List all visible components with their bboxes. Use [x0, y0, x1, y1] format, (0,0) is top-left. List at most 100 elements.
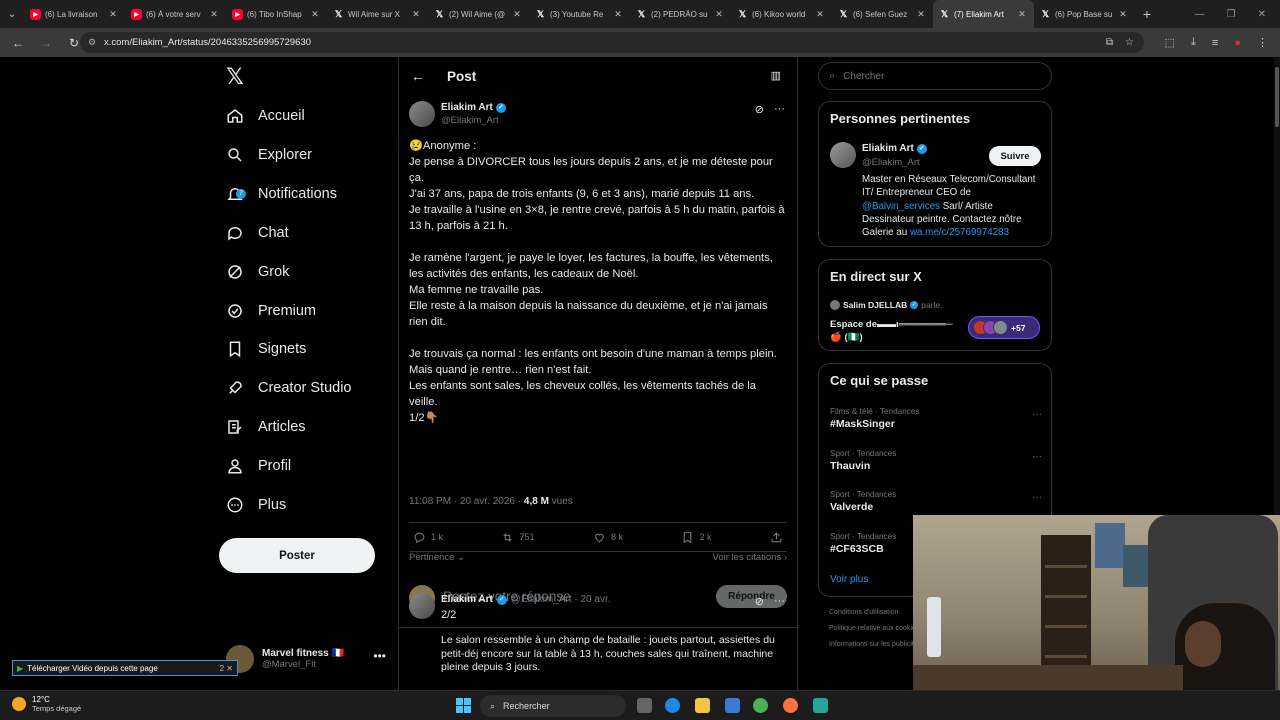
tab-close-icon[interactable]: ✕ — [612, 9, 624, 20]
back-icon[interactable]: ← — [6, 36, 30, 50]
tab-close-icon[interactable]: ✕ — [915, 9, 927, 20]
tab-close-icon[interactable]: ✕ — [1117, 9, 1129, 20]
browser-tab[interactable]: ▶ (6) Tibo InShap ✕ — [226, 0, 327, 28]
browser-tab[interactable]: 𝕏 (3) Youtube Re ✕ — [529, 0, 630, 28]
file-explorer-icon[interactable] — [695, 698, 710, 713]
back-arrow-icon[interactable]: ← — [411, 68, 425, 84]
nav-item-premium[interactable]: Premium — [226, 295, 316, 327]
avatar[interactable] — [830, 142, 856, 168]
see-more-link[interactable]: Voir plus — [830, 574, 868, 585]
x-logo-icon[interactable]: 𝕏 — [226, 65, 244, 90]
more-dots-icon[interactable]: ··· — [1032, 492, 1042, 503]
repost-button[interactable]: 751 — [501, 531, 535, 544]
more-dots-icon[interactable]: ··· — [1032, 409, 1042, 420]
install-app-icon[interactable]: ⧉ — [1106, 37, 1113, 48]
grok-icon[interactable]: ⊘ — [755, 595, 764, 608]
weather-widget[interactable]: 12°C Temps dégagé — [12, 695, 81, 713]
task-view-icon[interactable] — [637, 698, 652, 713]
browser-tab[interactable]: 𝕏 (2) PEDRÃO su ✕ — [630, 0, 731, 28]
browser-tab[interactable]: 𝕏 (2) Wil Aime (@ ✕ — [428, 0, 529, 28]
author-handle[interactable]: @Eliakim_Art — [441, 115, 499, 126]
nav-item-accueil[interactable]: Accueil — [226, 100, 305, 132]
app-icon[interactable] — [813, 698, 828, 713]
browser-tab[interactable]: 𝕏 (6) Pop Base su ✕ — [1034, 0, 1135, 28]
footer-link[interactable]: Conditions d'utilisation — [829, 609, 898, 616]
nav-item-creator-studio[interactable]: Creator Studio — [226, 372, 352, 404]
bookmark-button[interactable]: 2 k — [681, 531, 711, 544]
space-listeners-pill[interactable]: +57 — [968, 316, 1040, 339]
tab-close-icon[interactable]: ✕ — [107, 9, 119, 20]
bio-mention-link[interactable]: @Balvin_services — [862, 201, 940, 212]
sort-dropdown[interactable]: Pertinence ⌄ — [409, 552, 465, 563]
edge-icon[interactable] — [665, 698, 680, 713]
tab-close-icon[interactable]: ✕ — [410, 9, 422, 20]
menu-dots-icon[interactable]: ⋮ — [1257, 36, 1268, 49]
tab-close-icon[interactable]: ✕ — [1016, 9, 1028, 20]
footer-link[interactable]: Informations sur les publicités — [829, 641, 921, 648]
browser-tab[interactable]: 𝕏 (6) Kikoo world ✕ — [731, 0, 832, 28]
nav-item-chat[interactable]: Chat — [226, 217, 289, 249]
video-download-bar[interactable]: ▶ Télécharger Vidéo depuis cette page 2 … — [12, 660, 238, 676]
footer-link[interactable]: Politique relative aux cookies — [829, 625, 919, 632]
space-title[interactable]: Espace de▬▬ι═══════─ 🍎 (🇳🇬) — [830, 318, 960, 344]
taskbar-search[interactable]: ⌕ Rechercher — [480, 695, 626, 717]
tab-close-icon[interactable]: ✕ — [511, 9, 523, 20]
browser-tab[interactable]: ▶ (6) La livraison ✕ — [24, 0, 125, 28]
nav-item-notifications[interactable]: 7 Notifications — [226, 178, 337, 210]
chrome-icon[interactable] — [753, 698, 768, 713]
firefox-icon[interactable] — [783, 698, 798, 713]
grok-icon[interactable]: ⊘ — [755, 103, 764, 116]
nav-item-profil[interactable]: Profil — [226, 450, 291, 482]
tweet-author[interactable]: Eliakim Art ✓ — [441, 102, 506, 113]
author-name[interactable]: Eliakim Art — [441, 594, 493, 605]
avatar[interactable] — [409, 593, 435, 619]
media-control-icon[interactable]: ≡ — [1212, 37, 1218, 49]
minimize-icon[interactable]: — — [1195, 9, 1205, 20]
download-bar-close[interactable]: 2 ✕ — [220, 664, 237, 673]
reader-mode-icon[interactable]: ▥ — [771, 69, 781, 82]
browser-tab[interactable]: ▶ (6) À votre serv ✕ — [125, 0, 226, 28]
nav-item-signets[interactable]: Signets — [226, 333, 306, 365]
tab-list-chevron-icon[interactable]: ⌄ — [0, 0, 24, 28]
trend-item[interactable]: Sport · Tendances Thauvin ··· — [830, 449, 1042, 472]
tweet-time[interactable]: 11:08 PM · 20 avr. 2026 · — [409, 496, 524, 507]
avatar[interactable] — [409, 101, 435, 127]
tab-close-icon[interactable]: ✕ — [208, 9, 220, 20]
site-info-icon[interactable]: ⚙ — [88, 37, 100, 48]
bio-url-link[interactable]: wa.me/c/25769974283 — [910, 227, 1009, 238]
download-icon[interactable]: ⤓ — [1191, 36, 1196, 49]
post-button[interactable]: Poster — [219, 538, 375, 573]
account-switcher[interactable]: Marvel fitness 🇫🇷 @Marvel_Fit ••• — [226, 641, 396, 677]
author-handle[interactable]: @Eliakim_Art · 20 avr. — [511, 594, 611, 605]
browser-tab[interactable]: 𝕏 (7) Eliakim Art ✕ — [933, 0, 1034, 28]
share-button[interactable] — [770, 531, 783, 544]
address-bar[interactable]: ⚙ x.com/Eliakim_Art/status/2046335256995… — [80, 32, 1144, 53]
nav-item-grok[interactable]: Grok — [226, 256, 289, 288]
browser-tab[interactable]: 𝕏 (6) Sefen Guez ✕ — [832, 0, 933, 28]
user-name[interactable]: Eliakim Art ✓ — [862, 143, 927, 154]
more-dots-icon[interactable]: ··· — [774, 595, 785, 608]
more-dots-icon[interactable]: ··· — [774, 103, 785, 116]
reply-button[interactable]: 1 k — [413, 531, 443, 544]
bookmark-star-icon[interactable]: ☆ — [1125, 37, 1134, 48]
more-dots-icon[interactable]: ••• — [373, 649, 386, 663]
nav-item-explorer[interactable]: Explorer — [226, 139, 312, 171]
tab-close-icon[interactable]: ✕ — [309, 9, 321, 20]
start-button-icon[interactable] — [456, 698, 471, 713]
follow-button[interactable]: Suivre — [989, 146, 1041, 166]
trend-item[interactable]: Films & télé · Tendances #MaskSinger ··· — [830, 407, 1042, 430]
maximize-icon[interactable]: ❐ — [1227, 9, 1236, 20]
store-icon[interactable] — [725, 698, 740, 713]
more-dots-icon[interactable]: ··· — [1032, 451, 1042, 462]
tab-close-icon[interactable]: ✕ — [713, 9, 725, 20]
extensions-icon[interactable]: ⬚ — [1165, 36, 1175, 49]
scrollbar-thumb[interactable] — [1275, 67, 1279, 127]
close-window-icon[interactable]: ✕ — [1258, 9, 1266, 20]
like-button[interactable]: 8 k — [593, 531, 623, 544]
browser-tab[interactable]: 𝕏 Wil Aime sur X ✕ — [327, 0, 428, 28]
profile-avatar-icon[interactable]: ● — [1234, 37, 1241, 49]
nav-item-articles[interactable]: Articles — [226, 411, 306, 443]
new-tab-button[interactable]: + — [1135, 6, 1159, 22]
forward-icon[interactable]: → — [34, 36, 58, 50]
trend-item[interactable]: Sport · Tendances Valverde ··· — [830, 490, 1042, 513]
